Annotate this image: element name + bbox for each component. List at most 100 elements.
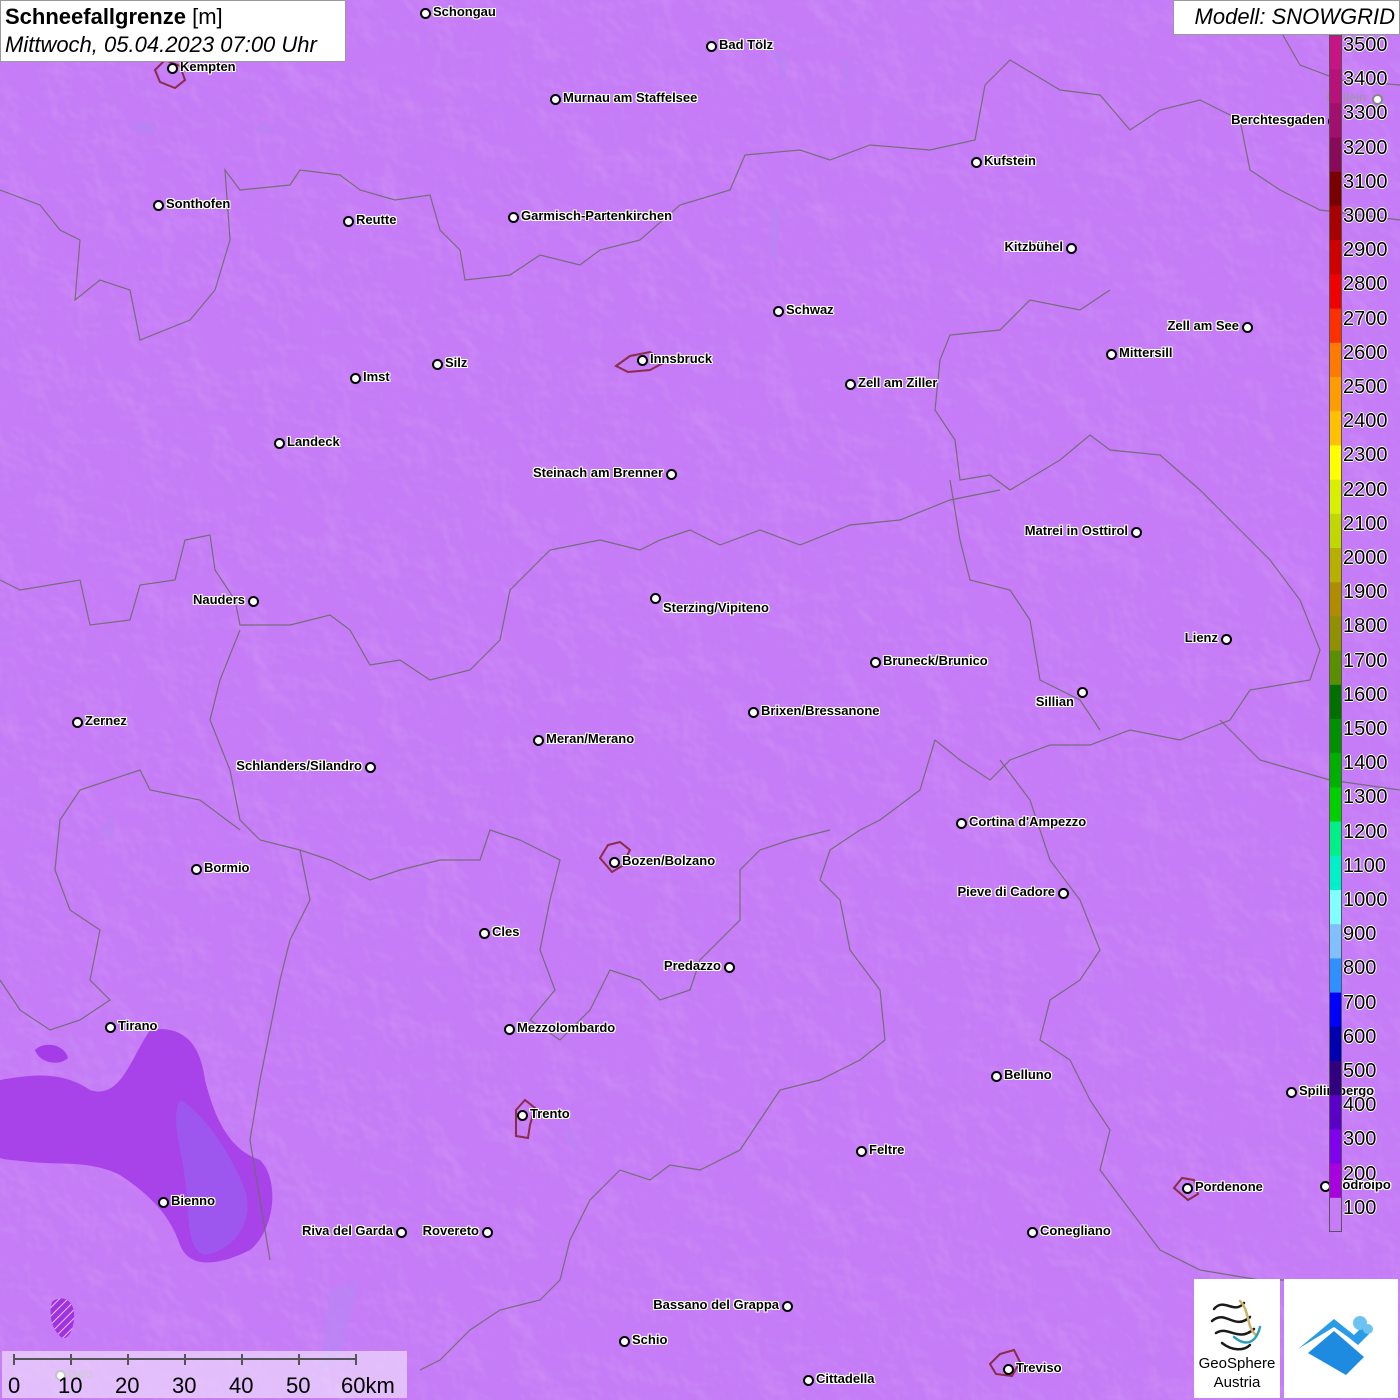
city-marker-kufstein[interactable]	[971, 157, 982, 168]
map-datetime: Mittwoch, 05.04.2023 07:00 Uhr	[5, 32, 317, 57]
city-marker-schlanders-silandro[interactable]	[365, 762, 376, 773]
city-marker-silz[interactable]	[432, 359, 443, 370]
city-marker-bozen-bolzano[interactable]	[609, 857, 620, 868]
city-label-treviso: Treviso	[1016, 1360, 1062, 1375]
legend-swatch-1900	[1329, 582, 1342, 617]
city-marker-meran-merano[interactable]	[533, 735, 544, 746]
city-marker-sillian[interactable]	[1077, 687, 1088, 698]
city-marker-bad-t-lz[interactable]	[706, 41, 717, 52]
city-marker-riva-del-garda[interactable]	[396, 1227, 407, 1238]
city-marker-predazzo[interactable]	[724, 962, 735, 973]
city-label-silz: Silz	[445, 355, 468, 370]
legend-label-2100: 2100	[1343, 512, 1388, 535]
city-marker-matrei-in-osttirol[interactable]	[1131, 527, 1142, 538]
legend-label-3100: 3100	[1343, 170, 1388, 193]
city-marker-belluno[interactable]	[991, 1071, 1002, 1082]
city-marker-cles[interactable]	[479, 928, 490, 939]
city-marker-sterzing-vipiteno[interactable]	[650, 593, 661, 604]
scale-label-30: 30	[172, 1373, 197, 1398]
city-marker-nauders[interactable]	[248, 596, 259, 607]
legend-swatch-2900	[1329, 240, 1342, 275]
city-label-predazzo: Predazzo	[663, 958, 721, 973]
legend-label-2800: 2800	[1343, 273, 1388, 296]
snowgrid-logo-icon	[1298, 1316, 1373, 1375]
legend-label-3500: 3500	[1343, 34, 1388, 56]
city-label-innsbruck: Innsbruck	[650, 351, 713, 366]
legend-swatch-2700	[1329, 308, 1342, 344]
scale-label-40: 40	[229, 1373, 254, 1398]
city-label-belluno: Belluno	[1004, 1067, 1052, 1082]
city-marker-trento[interactable]	[517, 1110, 528, 1121]
city-marker-conegliano[interactable]	[1027, 1227, 1038, 1238]
city-label-imst: Imst	[363, 369, 390, 384]
model-label: Modell: SNOWGRID	[1173, 0, 1400, 35]
city-label-reutte: Reutte	[356, 212, 397, 227]
legend-label-2400: 2400	[1343, 410, 1388, 433]
geosphere-country: Austria	[1213, 1374, 1261, 1391]
city-marker-rovereto[interactable]	[482, 1227, 493, 1238]
city-marker-treviso[interactable]	[1003, 1364, 1014, 1375]
legend-swatch-900	[1329, 924, 1342, 959]
city-marker-innsbruck[interactable]	[637, 355, 648, 366]
city-marker-sonthofen[interactable]	[153, 200, 164, 211]
legend-label-1100: 1100	[1343, 854, 1387, 877]
legend-label-1000: 1000	[1343, 889, 1388, 911]
city-marker-spilimbergo[interactable]	[1286, 1087, 1297, 1098]
legend-label-700: 700	[1343, 991, 1377, 1014]
city-marker-zernez[interactable]	[72, 717, 83, 728]
city-label-mittersill: Mittersill	[1119, 345, 1173, 360]
city-marker-pieve-di-cadore[interactable]	[1058, 888, 1069, 899]
city-marker-cittadella[interactable]	[803, 1375, 814, 1386]
city-marker-steinach-am-brenner[interactable]	[666, 469, 677, 480]
legend-swatch-1200	[1329, 821, 1342, 857]
city-marker-zell-am-ziller[interactable]	[845, 379, 856, 390]
city-marker-reutte[interactable]	[343, 216, 354, 227]
city-label-zernez: Zernez	[85, 713, 127, 728]
city-marker-murnau-am-staffelsee[interactable]	[550, 94, 561, 105]
city-marker-bruneck-brunico[interactable]	[870, 657, 881, 668]
scale-label-50: 50	[286, 1373, 311, 1398]
title-box: Schneefallgrenze [m] Mittwoch, 05.04.202…	[0, 0, 346, 62]
city-marker-garmisch-partenkirchen[interactable]	[508, 212, 519, 223]
city-marker-bassano-del-grappa[interactable]	[782, 1301, 793, 1312]
city-marker-schwaz[interactable]	[773, 306, 784, 317]
city-marker-mezzolombardo[interactable]	[504, 1024, 515, 1035]
city-marker-bienno[interactable]	[158, 1197, 169, 1208]
legend-label-600: 600	[1343, 1025, 1377, 1048]
city-label-zell-am-ziller: Zell am Ziller	[858, 375, 938, 390]
city-label-bozen-bolzano: Bozen/Bolzano	[622, 853, 716, 868]
city-label-bienno: Bienno	[171, 1193, 216, 1208]
city-label-lienz: Lienz	[1184, 630, 1218, 645]
city-marker-brixen-bressanone[interactable]	[748, 707, 759, 718]
city-marker-tirano[interactable]	[105, 1022, 116, 1033]
city-marker-mittersill[interactable]	[1106, 349, 1117, 360]
city-marker-bormio[interactable]	[191, 864, 202, 875]
geosphere-logo[interactable]: GeoSphere Austria	[1194, 1279, 1280, 1398]
city-marker-lienz[interactable]	[1221, 634, 1232, 645]
city-marker-cortina-d-ampezzo[interactable]	[956, 818, 967, 829]
scale-bar: 0 10 20 30 40 50 60km	[2, 1351, 407, 1398]
city-marker-zell-am-see[interactable]	[1242, 322, 1253, 333]
city-marker-schongau[interactable]	[420, 8, 431, 19]
legend-swatch-700	[1329, 992, 1342, 1028]
legend-label-1800: 1800	[1343, 615, 1388, 638]
snowgrid-logo[interactable]	[1284, 1279, 1398, 1398]
city-label-cortina-d-ampezzo: Cortina d'Ampezzo	[969, 814, 1087, 829]
city-marker-landeck[interactable]	[274, 438, 285, 449]
city-label-rovereto: Rovereto	[422, 1223, 479, 1238]
city-label-garmisch-partenkirchen: Garmisch-Partenkirchen	[521, 208, 673, 223]
city-label-feltre: Feltre	[869, 1142, 905, 1157]
city-marker-pordenone[interactable]	[1182, 1183, 1193, 1194]
legend-swatch-2400	[1329, 411, 1342, 446]
city-marker-feltre[interactable]	[856, 1146, 867, 1157]
city-marker-kempten[interactable]	[167, 63, 178, 74]
legend-label-2500: 2500	[1343, 376, 1388, 398]
legend-swatch-3200	[1329, 137, 1342, 173]
city-marker-schio[interactable]	[619, 1336, 630, 1347]
city-label-berchtesgaden: Berchtesgaden	[1231, 112, 1325, 127]
legend-label-2300: 2300	[1343, 444, 1388, 467]
city-marker-kitzb-hel[interactable]	[1066, 243, 1077, 254]
city-label-brixen-bressanone: Brixen/Bressanone	[761, 703, 880, 718]
city-marker-imst[interactable]	[350, 373, 361, 384]
legend-swatch-200	[1329, 1163, 1342, 1199]
